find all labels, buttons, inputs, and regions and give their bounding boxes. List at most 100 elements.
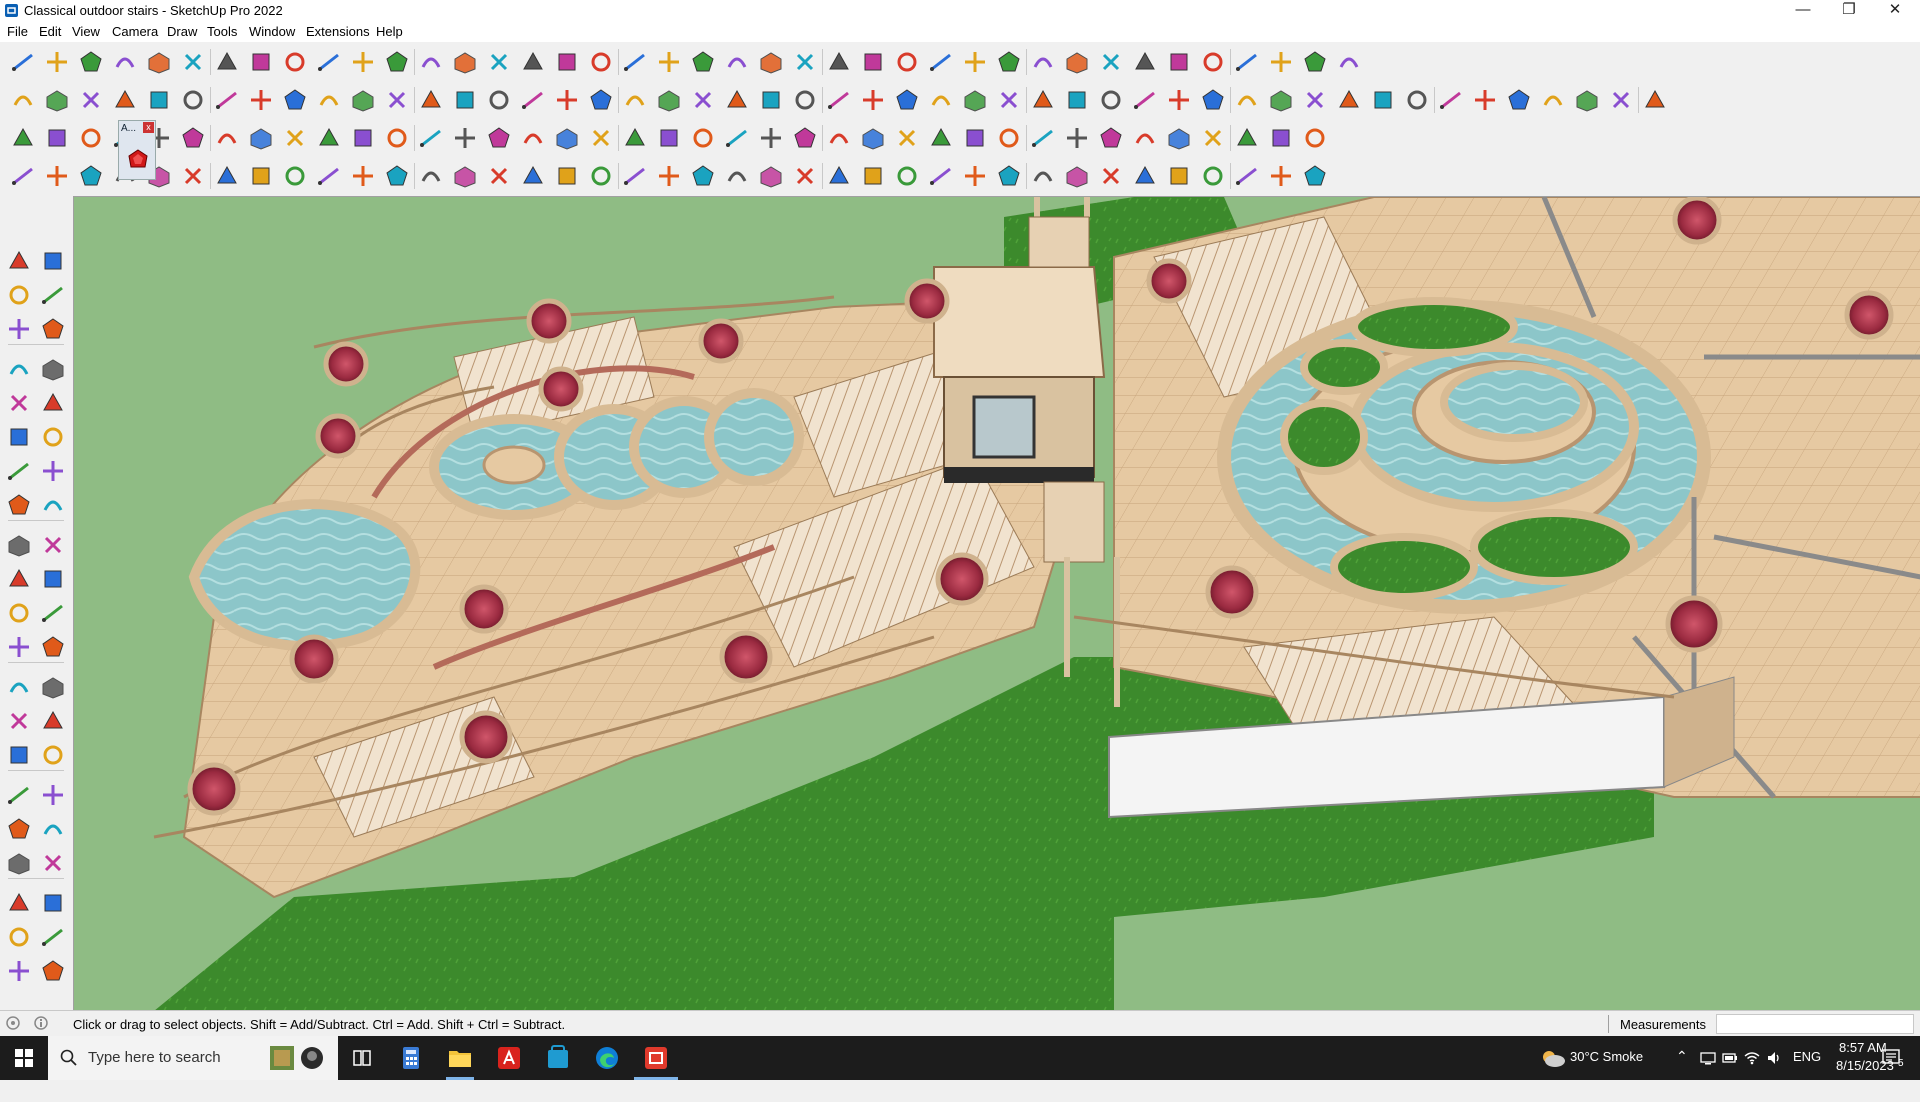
toolbar-button-r4-38[interactable] bbox=[1300, 161, 1330, 191]
toolbar-button-r3-35[interactable] bbox=[1198, 123, 1228, 153]
drawing-viewport[interactable] bbox=[73, 196, 1920, 1011]
rectangle-tool-button[interactable] bbox=[4, 388, 34, 418]
toolbar-button-r2-44[interactable] bbox=[1504, 85, 1534, 115]
windows-start-icon[interactable] bbox=[0, 1036, 48, 1080]
display-icon[interactable] bbox=[1700, 1050, 1716, 1066]
toolbar-button-r1-20[interactable] bbox=[688, 47, 718, 77]
toolbar-button-r4-13[interactable] bbox=[450, 161, 480, 191]
zoom-extents-tool-button[interactable] bbox=[4, 814, 34, 844]
3-point-arc-tool-button[interactable] bbox=[38, 490, 68, 520]
toolbar-button-r1-18[interactable] bbox=[620, 47, 650, 77]
toolbar-button-r2-1[interactable] bbox=[42, 85, 72, 115]
toolbar-button-r3-26[interactable] bbox=[892, 123, 922, 153]
toolbar-button-r3-30[interactable] bbox=[1028, 123, 1058, 153]
toolbar-button-r3-7[interactable] bbox=[246, 123, 276, 153]
weather-text[interactable]: 30°C Smoke bbox=[1570, 1049, 1643, 1093]
toolbar-button-r3-10[interactable] bbox=[348, 123, 378, 153]
toolbar-button-r4-0[interactable] bbox=[8, 161, 38, 191]
toolbar-button-r1-13[interactable] bbox=[450, 47, 480, 77]
arc-tool-button[interactable] bbox=[4, 456, 34, 486]
toolbar-button-r3-1[interactable] bbox=[42, 123, 72, 153]
rotate-tool-button[interactable] bbox=[4, 564, 34, 594]
toolbar-button-r2-9[interactable] bbox=[314, 85, 344, 115]
toolbar-button-r2-17[interactable] bbox=[586, 85, 616, 115]
toolbar-button-r3-34[interactable] bbox=[1164, 123, 1194, 153]
toolbar-button-r2-42[interactable] bbox=[1436, 85, 1466, 115]
toolbar-button-r4-12[interactable] bbox=[416, 161, 446, 191]
menu-tools[interactable]: Tools bbox=[207, 24, 237, 39]
toolbar-button-r2-12[interactable] bbox=[416, 85, 446, 115]
toolbar-button-r3-6[interactable] bbox=[212, 123, 242, 153]
toolbar-button-r2-11[interactable] bbox=[382, 85, 412, 115]
toolbar-button-r2-27[interactable] bbox=[926, 85, 956, 115]
toolbar-button-r4-2[interactable] bbox=[76, 161, 106, 191]
toolbar-button-r4-8[interactable] bbox=[280, 161, 310, 191]
toolbar-button-r2-40[interactable] bbox=[1368, 85, 1398, 115]
volume-icon[interactable] bbox=[1766, 1050, 1782, 1066]
toolbar-button-r1-23[interactable] bbox=[790, 47, 820, 77]
toolbar-button-r1-0[interactable] bbox=[8, 47, 38, 77]
menu-help[interactable]: Help bbox=[376, 24, 403, 39]
toolbar-button-r4-20[interactable] bbox=[688, 161, 718, 191]
toolbar-button-r3-16[interactable] bbox=[552, 123, 582, 153]
toolbar-button-r2-21[interactable] bbox=[722, 85, 752, 115]
toolbar-button-r4-32[interactable] bbox=[1096, 161, 1126, 191]
toolbar-button-r3-13[interactable] bbox=[450, 123, 480, 153]
toolbar-button-r2-41[interactable] bbox=[1402, 85, 1432, 115]
toolbar-button-r4-35[interactable] bbox=[1198, 161, 1228, 191]
orbit-tool-button[interactable] bbox=[38, 246, 68, 276]
zoom-tool-button[interactable] bbox=[4, 780, 34, 810]
toolbar-button-r2-28[interactable] bbox=[960, 85, 990, 115]
toolbar-button-r2-24[interactable] bbox=[824, 85, 854, 115]
toolbar-button-r4-26[interactable] bbox=[892, 161, 922, 191]
battery-icon[interactable] bbox=[1722, 1050, 1738, 1066]
toolbar-button-r4-15[interactable] bbox=[518, 161, 548, 191]
toolbar-button-r2-33[interactable] bbox=[1130, 85, 1160, 115]
toolbar-button-r3-22[interactable] bbox=[756, 123, 786, 153]
toolbar-button-r2-37[interactable] bbox=[1266, 85, 1296, 115]
toolbar-button-r2-43[interactable] bbox=[1470, 85, 1500, 115]
toolbar-button-r1-3[interactable] bbox=[110, 47, 140, 77]
toolbar-button-r2-8[interactable] bbox=[280, 85, 310, 115]
toolbar-button-r3-27[interactable] bbox=[926, 123, 956, 153]
toolbar-button-r2-14[interactable] bbox=[484, 85, 514, 115]
toolbar-button-r2-30[interactable] bbox=[1028, 85, 1058, 115]
toolbar-button-r3-8[interactable] bbox=[280, 123, 310, 153]
toolbar-button-r2-35[interactable] bbox=[1198, 85, 1228, 115]
hidden-line-tool-button[interactable] bbox=[38, 922, 68, 952]
walk-tool-button[interactable] bbox=[4, 888, 34, 918]
toolbar-button-r3-0[interactable] bbox=[8, 123, 38, 153]
toolbar-button-r2-22[interactable] bbox=[756, 85, 786, 115]
toolbar-button-r1-26[interactable] bbox=[892, 47, 922, 77]
toolbar-button-r1-12[interactable] bbox=[416, 47, 446, 77]
polygon-tool-button[interactable] bbox=[38, 422, 68, 452]
toolbar-button-r4-19[interactable] bbox=[654, 161, 684, 191]
toolbar-button-r2-45[interactable] bbox=[1538, 85, 1568, 115]
scale-tool-button[interactable] bbox=[4, 598, 34, 628]
dimension-tool-button[interactable] bbox=[4, 706, 34, 736]
toolbar-button-r2-0[interactable] bbox=[8, 85, 38, 115]
rotated-rectangle-tool-button[interactable] bbox=[38, 388, 68, 418]
toolbar-button-r3-2[interactable] bbox=[76, 123, 106, 153]
toolbar-button-r2-34[interactable] bbox=[1164, 85, 1194, 115]
measurements-input[interactable] bbox=[1716, 1014, 1914, 1034]
toolbar-button-r1-11[interactable] bbox=[382, 47, 412, 77]
toolbar-button-r4-14[interactable] bbox=[484, 161, 514, 191]
toolbar-button-r4-31[interactable] bbox=[1062, 161, 1092, 191]
toolbar-button-r4-33[interactable] bbox=[1130, 161, 1160, 191]
close-icon[interactable]: x bbox=[143, 122, 154, 133]
toolbar-button-r1-25[interactable] bbox=[858, 47, 888, 77]
line-tool-button[interactable] bbox=[4, 354, 34, 384]
toolbar-button-r4-37[interactable] bbox=[1266, 161, 1296, 191]
toolbar-button-r2-46[interactable] bbox=[1572, 85, 1602, 115]
toolbar-button-r2-36[interactable] bbox=[1232, 85, 1262, 115]
position-camera-tool-button[interactable] bbox=[4, 848, 34, 878]
toolbar-button-r4-21[interactable] bbox=[722, 161, 752, 191]
toolbar-button-r4-27[interactable] bbox=[926, 161, 956, 191]
menu-extensions[interactable]: Extensions bbox=[306, 24, 370, 39]
zoom-window-tool-button[interactable] bbox=[38, 780, 68, 810]
toolbar-button-r4-34[interactable] bbox=[1164, 161, 1194, 191]
toolbar-button-r3-24[interactable] bbox=[824, 123, 854, 153]
toolbar-button-r3-29[interactable] bbox=[994, 123, 1024, 153]
sketchup-icon[interactable] bbox=[640, 1042, 672, 1074]
